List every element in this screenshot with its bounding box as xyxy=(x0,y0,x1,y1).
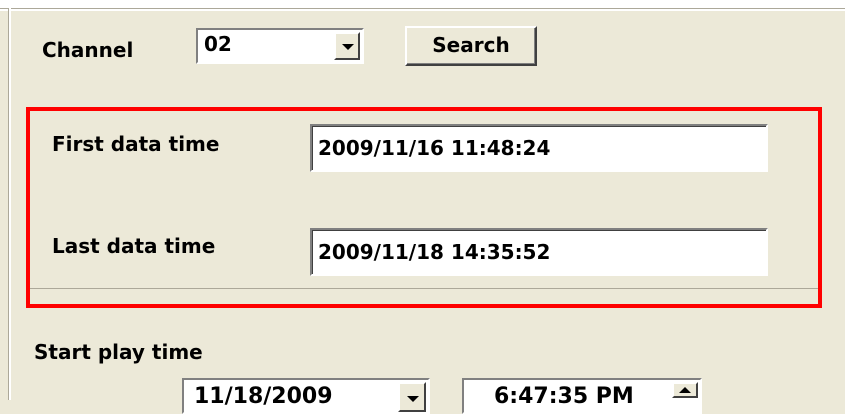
start-date-value: 11/18/2009 xyxy=(194,384,333,409)
start-time-picker[interactable]: 6:47:35 PM xyxy=(462,378,702,414)
last-data-time-field[interactable]: 2009/11/18 14:35:52 xyxy=(310,228,768,276)
chevron-down-icon xyxy=(342,44,354,50)
start-time-value: 6:47:35 PM xyxy=(494,384,634,409)
channel-dropdown-button[interactable] xyxy=(334,32,360,60)
last-data-time-label: Last data time xyxy=(52,234,216,258)
start-date-picker[interactable]: 11/18/2009 xyxy=(182,378,430,414)
chevron-up-icon xyxy=(679,387,691,393)
channel-select-value: 02 xyxy=(204,32,232,56)
start-play-time-label: Start play time xyxy=(34,340,203,364)
search-button[interactable]: Search xyxy=(405,26,537,66)
channel-select[interactable]: 02 xyxy=(196,28,364,64)
channel-label: Channel xyxy=(42,38,134,62)
chevron-down-icon xyxy=(407,396,419,402)
first-data-time-value: 2009/11/16 11:48:24 xyxy=(318,136,551,160)
date-dropdown-button[interactable] xyxy=(398,382,426,412)
window-top-edge xyxy=(0,0,845,8)
last-data-time-value: 2009/11/18 14:35:52 xyxy=(318,240,551,264)
group-divider xyxy=(30,288,818,289)
group-frame-top xyxy=(0,8,845,11)
time-spin-up-button[interactable] xyxy=(672,382,698,398)
first-data-time-label: First data time xyxy=(52,132,220,156)
first-data-time-field[interactable]: 2009/11/16 11:48:24 xyxy=(310,124,768,172)
group-frame-left xyxy=(8,8,11,400)
